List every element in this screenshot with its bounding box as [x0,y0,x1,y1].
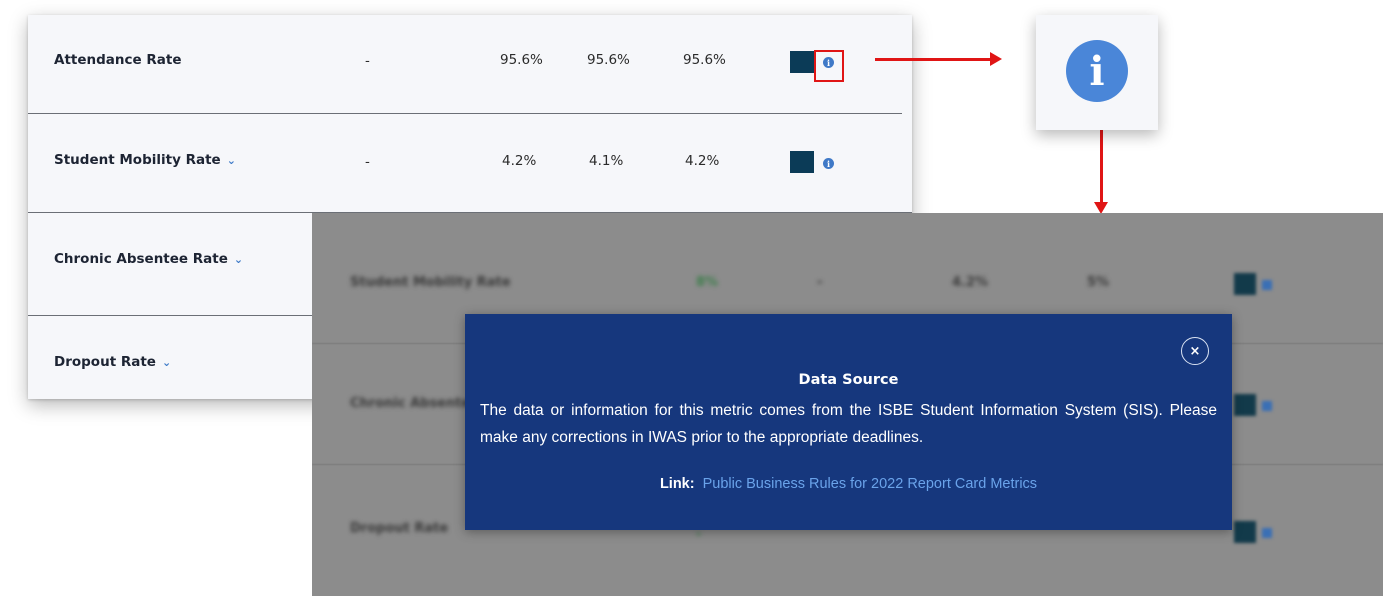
blurred-value: 4.2% [952,275,989,290]
row-label-text: Attendance Rate [54,52,182,68]
value-cell: - [365,154,370,170]
close-icon: × [1189,343,1201,359]
info-icon [1262,528,1272,538]
link-label: Link: [659,476,695,492]
table-row: Student Mobility Rate ⌄ - 4.2% 4.1% 4.2%… [28,114,912,212]
blurred-value: 8% [696,275,719,290]
arrow-head-icon [990,52,1002,66]
row-label[interactable]: Chronic Absentee Rate ⌄ [54,251,243,267]
annotation-arrow [875,58,995,61]
value-cell: 4.1% [589,153,624,169]
modal-title: Data Source [798,372,899,388]
row-label-text: Dropout Rate [54,354,156,370]
data-source-modal: × Data Source The data or information fo… [465,314,1232,530]
business-rules-link[interactable]: Public Business Rules for 2022 Report Ca… [703,476,1037,492]
close-button[interactable]: × [1181,337,1209,365]
modal-body-text: The data or information for this metric … [480,402,1217,446]
value-cell: 4.2% [685,153,720,169]
legend-swatch [1234,394,1256,416]
legend-swatch [790,151,814,173]
blurred-value: - [817,275,823,290]
row-label-text: Student Mobility Rate [54,152,221,168]
value-cell: - [365,53,370,69]
legend-swatch [1234,273,1256,295]
legend-swatch [1234,521,1256,543]
row-label[interactable]: Dropout Rate ⌄ [54,354,171,370]
value-cell: 95.6% [683,52,726,68]
value-cell: 95.6% [587,52,630,68]
row-label[interactable]: Student Mobility Rate ⌄ [54,152,236,168]
annotation-arrow [1100,130,1103,208]
info-icon [1262,401,1272,411]
zoomed-info-card: i [1036,15,1158,130]
info-icon[interactable]: i [823,158,834,169]
blurred-label: Student Mobility Rate [350,275,511,290]
value-cell: 95.6% [500,52,543,68]
info-icon [1262,280,1272,290]
legend-swatch [790,51,814,73]
info-icon: i [1066,40,1128,102]
row-label-text: Chronic Absentee Rate [54,251,228,267]
chevron-down-icon[interactable]: ⌄ [234,253,243,266]
row-label: Attendance Rate [54,52,181,68]
blurred-label: Dropout Rate [350,521,449,536]
value-cell: 4.2% [502,153,537,169]
chevron-down-icon[interactable]: ⌄ [227,154,236,167]
chevron-down-icon[interactable]: ⌄ [162,356,171,369]
table-row: Attendance Rate - 95.6% 95.6% 95.6% i [28,15,912,115]
modal-link-line: Link: Public Business Rules for 2022 Rep… [465,476,1232,492]
highlight-box [814,50,844,82]
blurred-value: 5% [1087,275,1110,290]
